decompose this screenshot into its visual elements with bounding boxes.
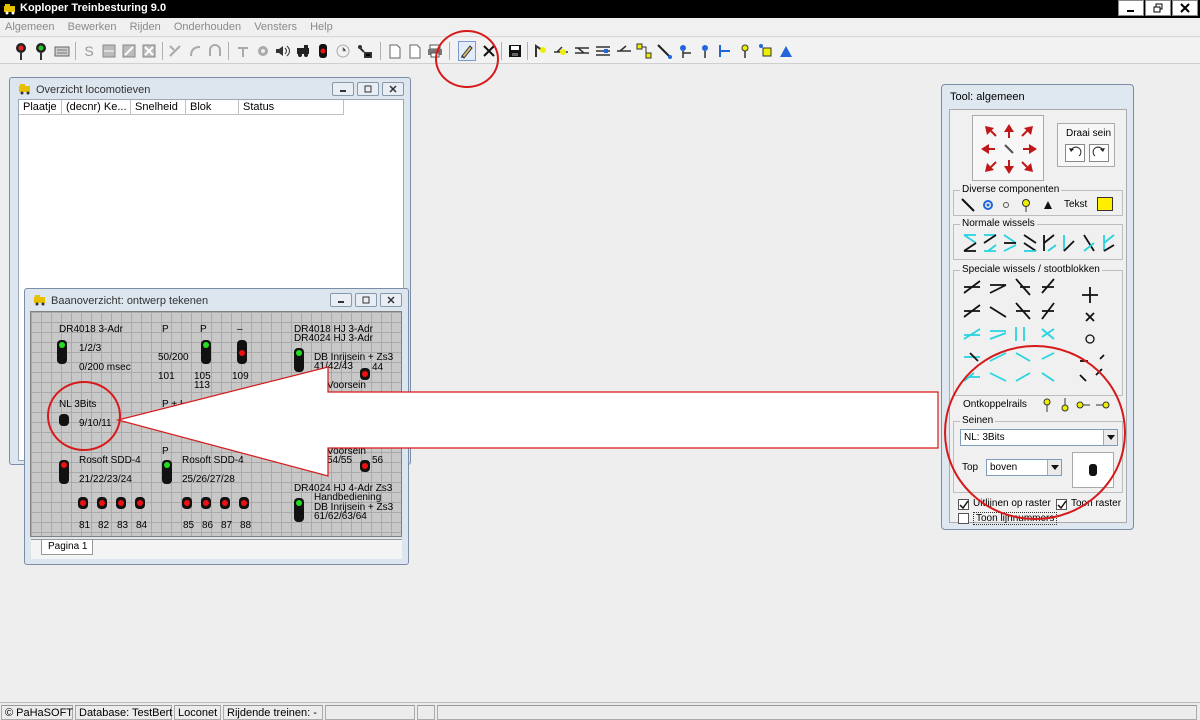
annotation-circle-seinen: [944, 345, 1126, 520]
status-rijdende-treinen: Rijdende treinen: -: [223, 705, 323, 720]
rotate-right-button[interactable]: [1089, 144, 1109, 162]
tekst-label: Tekst: [1064, 199, 1088, 210]
status-empty-3: [437, 705, 1197, 720]
check-icon: [959, 500, 969, 510]
rings-tool-icon[interactable]: [980, 197, 996, 213]
annotation-arrow: [115, 366, 939, 477]
normal-switch-icons[interactable]: [958, 231, 1118, 257]
dot-tool-icon[interactable]: [998, 197, 1014, 213]
status-database: Database: TestBert: [75, 705, 172, 720]
status-copyright: © PaHaSOFT: [1, 705, 73, 720]
normale-label: Normale wissels: [960, 218, 1037, 229]
status-bar: © PaHaSOFT Database: TestBert Loconet Ri…: [0, 702, 1200, 720]
status-empty-2: [417, 705, 435, 720]
text-color-swatch[interactable]: [1097, 197, 1113, 211]
tool-panel-title: Tool: algemeen: [950, 91, 1025, 103]
triangle-tool-icon[interactable]: [1040, 197, 1056, 213]
line-tool-icon[interactable]: [960, 197, 976, 213]
speciale-label: Speciale wissels / stootblokken: [960, 264, 1102, 275]
status-loconet: Loconet: [174, 705, 221, 720]
annotation-circle-toolbar: [435, 30, 499, 88]
normale-wissels-group: Normale wissels: [953, 218, 1123, 260]
status-empty-1: [325, 705, 415, 720]
rotate-left-icon: [1069, 146, 1082, 157]
bulb-tool-icon[interactable]: [1018, 197, 1034, 213]
draai-sein-label: Draai sein: [1066, 128, 1112, 139]
direction-arrows-icon[interactable]: [973, 116, 1045, 182]
uitlijnen-checkbox[interactable]: [958, 499, 969, 510]
draai-sein-group: Draai sein: [1057, 123, 1115, 167]
diverse-label: Diverse componenten: [960, 184, 1062, 195]
toon-lijnnummers-checkbox[interactable]: [958, 513, 969, 524]
annotation-circle-signal: [47, 381, 121, 451]
diverse-componenten-group: Diverse componenten Tekst: [953, 184, 1123, 216]
rotate-right-icon: [1092, 146, 1105, 157]
rotate-left-button[interactable]: [1065, 144, 1085, 162]
direction-pad: [972, 115, 1044, 181]
